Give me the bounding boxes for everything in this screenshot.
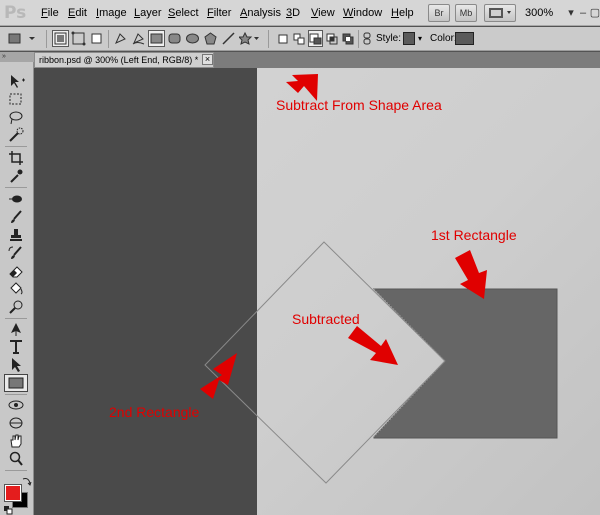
second-rectangle-path[interactable] bbox=[204, 241, 446, 484]
arrow-icon bbox=[348, 326, 398, 365]
first-rectangle-shape[interactable] bbox=[372, 288, 558, 439]
annotation-first-rectangle: 1st Rectangle bbox=[431, 227, 517, 243]
shape-overlay bbox=[200, 74, 558, 484]
arrow-icon bbox=[200, 353, 237, 399]
annotation-subtracted: Subtracted bbox=[292, 311, 360, 327]
annotation-subtract-from-shape-area: Subtract From Shape Area bbox=[276, 97, 442, 113]
annotation-second-rectangle: 2nd Rectangle bbox=[109, 404, 200, 420]
